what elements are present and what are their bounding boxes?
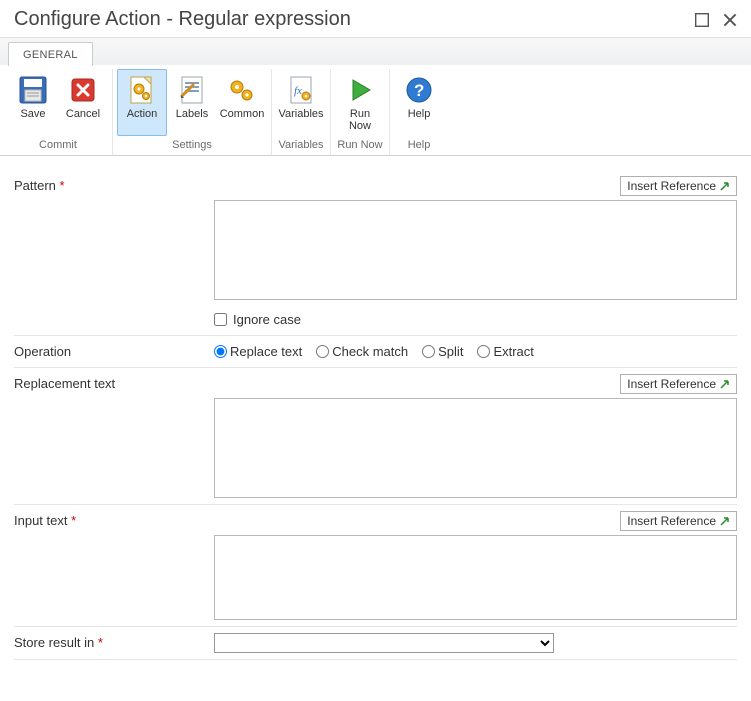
row-operation: Operation Replace text Check match Split…	[14, 336, 737, 368]
ribbon: Save Cancel Commit	[0, 65, 751, 155]
store-result-label: Store result in *	[14, 633, 214, 650]
pattern-input[interactable]	[214, 200, 737, 300]
action-icon	[126, 74, 158, 106]
insert-reference-pattern[interactable]: Insert Reference	[620, 176, 737, 196]
save-icon	[17, 74, 49, 106]
insert-reference-input-text[interactable]: Insert Reference	[620, 511, 737, 531]
group-label-help: Help	[394, 136, 444, 155]
ribbon-group-commit: Save Cancel Commit	[4, 69, 113, 155]
replacement-input[interactable]	[214, 398, 737, 498]
operation-radios: Replace text Check match Split Extract	[214, 342, 737, 361]
svg-text:?: ?	[414, 81, 424, 100]
insert-reference-replacement[interactable]: Insert Reference	[620, 374, 737, 394]
play-icon	[344, 74, 376, 106]
ribbon-group-runnow: Run Now Run Now	[331, 69, 390, 155]
operation-label: Operation	[14, 342, 214, 359]
radio-check-match[interactable]: Check match	[316, 344, 408, 359]
help-icon: ?	[403, 74, 435, 106]
window-controls	[695, 13, 737, 27]
ribbon-tabstrip: GENERAL	[0, 37, 751, 65]
title-bar: Configure Action - Regular expression	[0, 0, 751, 37]
reference-arrow-icon	[720, 181, 730, 191]
group-label-runnow: Run Now	[335, 136, 385, 155]
row-store-result: Store result in *	[14, 627, 737, 660]
close-button[interactable]	[723, 13, 737, 27]
svg-text:fx: fx	[294, 85, 302, 97]
reference-arrow-icon	[720, 516, 730, 526]
radio-replace-text[interactable]: Replace text	[214, 344, 302, 359]
ignore-case-checkbox[interactable]	[214, 313, 227, 326]
ribbon-container: GENERAL Save	[0, 37, 751, 156]
ribbon-group-settings: Action Labels	[113, 69, 272, 155]
save-button[interactable]: Save	[8, 69, 58, 136]
ignore-case-label[interactable]: Ignore case	[233, 312, 301, 327]
run-now-button[interactable]: Run Now	[335, 69, 385, 136]
radio-extract[interactable]: Extract	[477, 344, 533, 359]
variables-button[interactable]: fx Variables	[276, 69, 326, 136]
pattern-label: Pattern *	[14, 176, 214, 193]
replacement-label: Replacement text	[14, 374, 214, 391]
row-input-text: Input text * Insert Reference	[14, 505, 737, 627]
reference-arrow-icon	[720, 379, 730, 389]
ribbon-group-variables: fx Variables Variables	[272, 69, 331, 155]
cancel-button[interactable]: Cancel	[58, 69, 108, 136]
common-icon	[226, 74, 258, 106]
radio-split[interactable]: Split	[422, 344, 463, 359]
common-button[interactable]: Common	[217, 69, 267, 136]
group-label-variables: Variables	[276, 136, 326, 155]
maximize-button[interactable]	[695, 13, 709, 27]
row-pattern: Pattern * Insert Reference Ignore case	[14, 170, 737, 336]
form-body: Pattern * Insert Reference Ignore case O…	[0, 156, 751, 664]
store-result-select[interactable]	[214, 633, 554, 653]
window-title: Configure Action - Regular expression	[14, 8, 351, 31]
labels-button[interactable]: Labels	[167, 69, 217, 136]
group-label-commit: Commit	[8, 136, 108, 155]
row-replacement: Replacement text Insert Reference	[14, 368, 737, 505]
cancel-icon	[67, 74, 99, 106]
help-button[interactable]: ? Help	[394, 69, 444, 136]
ribbon-group-help: ? Help Help	[390, 69, 448, 155]
group-label-settings: Settings	[117, 136, 267, 155]
variables-icon: fx	[285, 74, 317, 106]
labels-icon	[176, 74, 208, 106]
action-button[interactable]: Action	[117, 69, 167, 136]
input-text-input[interactable]	[214, 535, 737, 620]
tab-general[interactable]: GENERAL	[8, 42, 93, 66]
input-text-label: Input text *	[14, 511, 214, 528]
